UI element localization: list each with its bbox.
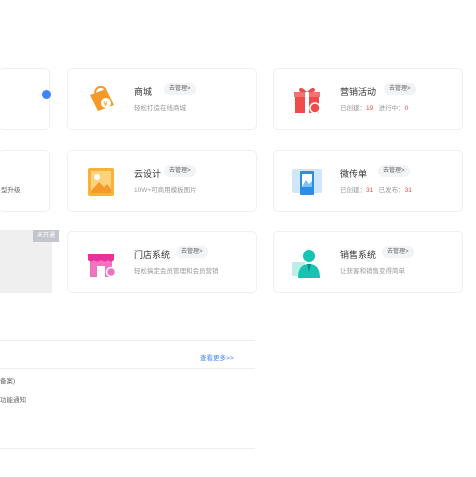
card-micro-flyer-manage-button[interactable]: 去管理> xyxy=(378,165,410,177)
ongoing-value: 0 xyxy=(404,105,409,112)
card-partial-left-row2[interactable]: 型升级 xyxy=(0,150,50,212)
upgrade-text: 型升级 xyxy=(1,187,21,194)
created-value: 31 xyxy=(366,187,374,194)
card-micro-flyer-title: 微传单 xyxy=(340,169,368,179)
card-mall-desc: 轻松打造在线商城 xyxy=(134,105,186,112)
card-sales-system[interactable]: 销售系统 去管理> 让获客和销售变得简单 xyxy=(273,231,463,293)
storefront-icon xyxy=(88,254,117,278)
card-micro-flyer-stats: 已创建：31 已发布：31 xyxy=(340,184,412,194)
notice-line-1[interactable]: 备案) xyxy=(0,375,15,385)
section-divider-top xyxy=(0,340,255,341)
card-sales-system-manage-button[interactable]: 去管理> xyxy=(382,246,414,258)
card-mall-manage-button[interactable]: 去管理> xyxy=(164,83,196,95)
notice-line-2[interactable]: 功能通知 xyxy=(0,394,26,404)
published-value: 31 xyxy=(404,187,412,194)
card-store-system[interactable]: 门店系统 去管理> 轻松搞定会员管理和会员营销 xyxy=(67,231,257,293)
blue-dot-icon xyxy=(42,90,51,99)
flyer-icon xyxy=(292,169,322,195)
page: ¥ 商城 去管理> 轻松打造在线商城 营销活动 去管理> 已创建：19 进行中：… xyxy=(0,0,476,477)
card-cloud-design[interactable]: 云设计 去管理> 10W+可商用模板图片 xyxy=(67,150,257,212)
shopping-bag-icon: ¥ xyxy=(90,85,114,111)
card-cloud-design-desc: 10W+可商用模板图片 xyxy=(134,187,197,194)
section-divider-mid xyxy=(0,368,255,369)
card-partial-left-row1[interactable] xyxy=(0,68,51,130)
card-cloud-design-manage-button[interactable]: 去管理> xyxy=(164,165,196,177)
card-cloud-design-title: 云设计 xyxy=(134,169,162,179)
card-store-system-title: 门店系统 xyxy=(134,250,171,260)
card-micro-flyer[interactable]: 微传单 去管理> 已创建：31 已发布：31 xyxy=(273,150,463,212)
card-marketing-manage-button[interactable]: 去管理> xyxy=(384,83,416,95)
card-store-system-desc: 轻松搞定会员管理和会员营销 xyxy=(134,268,219,275)
card-sales-system-desc: 让获客和销售变得简单 xyxy=(340,268,405,275)
ongoing-label: 进行中： xyxy=(378,105,405,112)
section-divider-bottom xyxy=(0,448,255,449)
card-marketing[interactable]: 营销活动 去管理> 已创建：19 进行中：0 xyxy=(273,68,463,130)
top-bar xyxy=(0,0,476,31)
created-value: 19 xyxy=(366,105,374,112)
published-label: 已发布： xyxy=(378,187,405,194)
card-store-system-manage-button[interactable]: 去管理> xyxy=(176,246,208,258)
created-label: 已创建： xyxy=(340,187,366,194)
image-icon xyxy=(88,168,114,196)
card-marketing-stats: 已创建：19 进行中：0 xyxy=(340,102,408,112)
card-sales-system-title: 销售系统 xyxy=(340,250,377,260)
unopened-badge: 未开通 xyxy=(33,230,60,242)
svg-text:¥: ¥ xyxy=(104,101,108,108)
created-label: 已创建： xyxy=(340,105,366,112)
card-mall[interactable]: ¥ 商城 去管理> 轻松打造在线商城 xyxy=(67,68,257,130)
salesperson-icon xyxy=(292,250,320,278)
gift-box-icon xyxy=(294,87,321,114)
card-marketing-title: 营销活动 xyxy=(340,87,377,97)
card-mall-title: 商城 xyxy=(134,87,153,97)
view-more-link[interactable]: 查看更多>> xyxy=(200,352,234,362)
